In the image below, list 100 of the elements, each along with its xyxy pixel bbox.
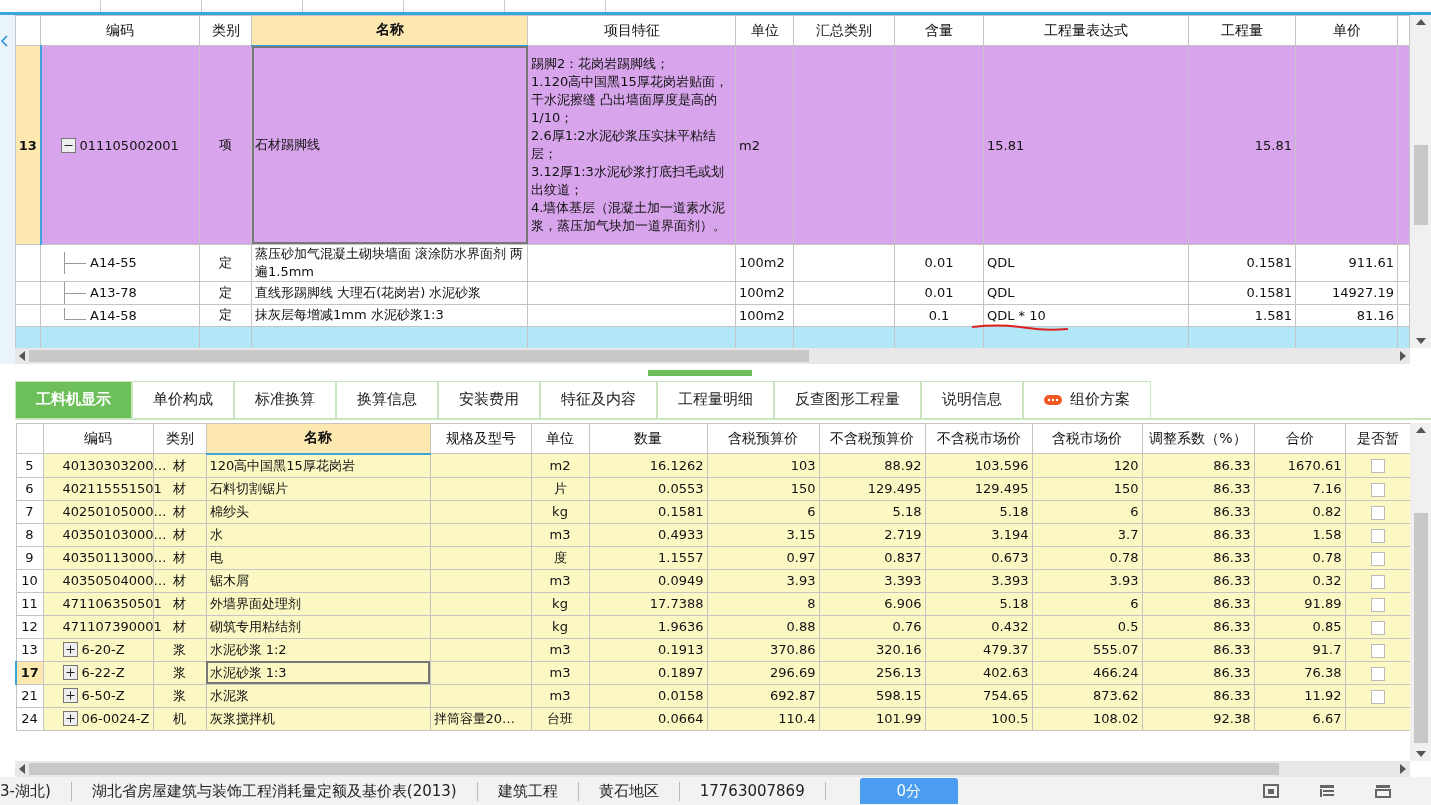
scrollbar-thumb[interactable] bbox=[1413, 512, 1428, 743]
status-text: 湖北省房屋建筑与装饰工程消耗量定额及基价表(2013) bbox=[71, 781, 478, 801]
status-text: 建筑工程 bbox=[477, 781, 579, 801]
column-header[interactable]: 含税预算价 bbox=[707, 423, 819, 454]
scrollbar[interactable] bbox=[1410, 422, 1431, 762]
scroll-up-icon[interactable] bbox=[1415, 18, 1426, 25]
scroll-up-icon[interactable] bbox=[1415, 426, 1426, 433]
column-header[interactable]: 汇总类别 bbox=[793, 15, 895, 46]
column-header[interactable]: 类别 bbox=[153, 423, 206, 454]
column-header[interactable]: 名称 bbox=[206, 423, 430, 454]
checkbox[interactable] bbox=[1371, 459, 1385, 474]
checkbox[interactable] bbox=[1371, 666, 1385, 681]
cell-text: 86.33 bbox=[1213, 642, 1251, 658]
table-row[interactable]: 11 471106350501 材 外墙界面处理剂 kg 17.7388 8 6.906 5.18 6 86.33 91.89 bbox=[16, 592, 1410, 616]
column-header[interactable]: 类别 bbox=[199, 15, 252, 46]
cell-text: 86.33 bbox=[1213, 481, 1251, 497]
scroll-down-icon[interactable] bbox=[1415, 337, 1426, 344]
checkbox[interactable] bbox=[1371, 597, 1385, 612]
table-row[interactable]: 17 6-22-Z 浆 水泥砂浆 1:3 m3 0.1897 296.69 256.13 402.63 466.24 86.33 76.38 bbox=[16, 661, 1410, 685]
scrollbar-thumb[interactable] bbox=[1413, 144, 1428, 225]
checkbox[interactable] bbox=[1371, 689, 1385, 704]
tab[interactable]: 工程量明细 bbox=[657, 380, 774, 418]
scroll-left-icon[interactable] bbox=[19, 764, 25, 775]
tab[interactable]: 组价方案 bbox=[1023, 380, 1151, 418]
column-header[interactable]: 含量 bbox=[894, 15, 984, 46]
layout-icon[interactable] bbox=[1263, 784, 1279, 799]
cell-text: 材 bbox=[173, 595, 186, 611]
table-row[interactable]: 12 471107390001 材 砌筑专用粘结剂 kg 1.9636 0.88 0.76 0.432 0.5 86.33 0.85 bbox=[16, 615, 1410, 639]
cell-text: 6 bbox=[1130, 596, 1139, 612]
column-header[interactable]: 编码 bbox=[40, 15, 200, 46]
column-header[interactable]: 数量 bbox=[589, 423, 707, 454]
table-row[interactable]: A14-55 定 蒸压砂加气混凝土砌块墙面 滚涂防水界面剂 两遍1.5mm 100m2 0.01 QDL 0.1581 911.61 bbox=[15, 244, 1410, 282]
tab[interactable]: 说明信息 bbox=[921, 380, 1023, 418]
checkbox[interactable] bbox=[1371, 528, 1385, 543]
table-row[interactable]: 7 40250105000… 材 棉纱头 kg 0.1581 6 5.18 5.18 6 86.33 0.82 bbox=[16, 500, 1410, 524]
cell-text: 370.86 bbox=[770, 642, 816, 658]
cell-text: 砌筑专用粘结剂 bbox=[209, 618, 301, 634]
cell-text: 材 bbox=[173, 457, 186, 473]
panel-icon[interactable] bbox=[1375, 784, 1391, 799]
checkbox[interactable] bbox=[1371, 482, 1385, 497]
column-header[interactable]: 不含税市场价 bbox=[925, 423, 1032, 454]
tab[interactable]: 安装费用 bbox=[438, 380, 540, 418]
scroll-down-icon[interactable] bbox=[1415, 751, 1426, 758]
table-row[interactable]: 21 6-50-Z 浆 水泥浆 m3 0.0158 692.87 598.15 754.65 873.62 86.33 11.92 bbox=[16, 684, 1410, 708]
cell-text: 定 bbox=[219, 307, 232, 323]
cell-text: 0.88 bbox=[786, 619, 816, 635]
column-header[interactable]: 工程量表达式 bbox=[983, 15, 1189, 46]
table-row[interactable]: A13-78 定 直线形踢脚线 大理石(花岗岩) 水泥砂浆 100m2 0.01 QDL 0.1581 14927.19 bbox=[15, 281, 1410, 305]
table-row[interactable]: 5 40130303200… 材 120高中国黑15厚花岗岩 m2 16.1262 103 88.92 103.596 120 86.33 1670.61 bbox=[16, 453, 1410, 478]
column-header[interactable]: 单位 bbox=[735, 15, 794, 46]
checkbox[interactable] bbox=[1371, 505, 1385, 520]
scrollbar[interactable] bbox=[15, 761, 1410, 778]
column-header[interactable]: 项目特征 bbox=[527, 15, 736, 46]
checkbox[interactable] bbox=[1371, 574, 1385, 589]
cell-text: 外墙界面处理剂 bbox=[209, 595, 301, 611]
splitter-handle[interactable] bbox=[648, 369, 752, 376]
checkbox[interactable] bbox=[1371, 620, 1385, 635]
column-header[interactable]: 调整系数（%） bbox=[1142, 423, 1254, 454]
scroll-left-icon[interactable] bbox=[19, 350, 25, 361]
column-header[interactable]: 含税市场价 bbox=[1032, 423, 1142, 454]
column-header[interactable]: 编码 bbox=[43, 423, 153, 454]
table-row[interactable]: 6 402115551501 材 石料切割锯片 片 0.0553 150 129.495 129.495 150 86.33 7.16 bbox=[16, 477, 1410, 501]
collapse-left-icon[interactable] bbox=[0, 34, 8, 47]
expand-icon[interactable] bbox=[62, 688, 78, 704]
scroll-right-icon[interactable] bbox=[1400, 350, 1406, 361]
checkbox[interactable] bbox=[1371, 643, 1385, 658]
scrollbar-thumb[interactable] bbox=[29, 349, 809, 362]
tab[interactable]: 标准换算 bbox=[234, 380, 336, 418]
scrollbar[interactable] bbox=[1410, 14, 1431, 348]
column-header[interactable]: 单价 bbox=[1295, 15, 1398, 46]
cell-text: 479.37 bbox=[983, 642, 1029, 658]
tab[interactable]: 换算信息 bbox=[336, 380, 438, 418]
table-row[interactable]: 9 40350113000… 材 电 度 1.1557 0.97 0.837 0.673 0.78 86.33 0.78 bbox=[16, 546, 1410, 570]
column-header[interactable]: 名称 bbox=[251, 15, 528, 46]
table-row[interactable]: 13 6-20-Z 浆 水泥砂浆 1:2 m3 0.1913 370.86 320.16 479.37 555.07 86.33 91.7 bbox=[16, 638, 1410, 662]
cell-text: 0.85 bbox=[1312, 619, 1342, 635]
column-header[interactable]: 单位 bbox=[531, 423, 589, 454]
scrollbar-thumb[interactable] bbox=[29, 763, 1279, 776]
expand-icon[interactable] bbox=[62, 711, 78, 727]
table-row[interactable]: 24 06-0024-Z 机 灰浆搅拌机 拌筒容量20… 台班 0.0664 110.4 101.99 100.5 108.02 92.38 6.67 bbox=[16, 707, 1410, 731]
column-header[interactable]: 是否暂 bbox=[1345, 423, 1410, 454]
scroll-right-icon[interactable] bbox=[1400, 764, 1406, 775]
list-icon[interactable] bbox=[1319, 784, 1335, 799]
column-header[interactable]: 规格及型号 bbox=[430, 423, 531, 454]
column-header[interactable]: 不含税预算价 bbox=[819, 423, 925, 454]
table-row[interactable]: 8 40350103000… 材 水 m3 0.4933 3.15 2.719 3.194 3.7 86.33 1.58 bbox=[16, 523, 1410, 547]
expand-icon[interactable] bbox=[62, 642, 78, 658]
cell-text: 3.194 bbox=[991, 527, 1029, 543]
checkbox[interactable] bbox=[1371, 551, 1385, 566]
table-row[interactable]: 13 011105002001 项 石材踢脚线 踢脚2：花岗岩踢脚线； 1.120高中国黑15厚花岗岩贴面，干水泥擦缝 凸出墙面厚度是高的1/10； 2.6厚1:2水泥砂浆压实抹平粘结层； 3.12厚1:3水泥砂浆打底扫毛或划出纹道； 4.墙体基层（混凝土加一道素水泥浆，蒸压加气块加一道界面剂）。 m2 15.81 15.81 bbox=[15, 45, 1410, 245]
expand-icon[interactable] bbox=[62, 665, 78, 681]
tab[interactable]: 反查图形工程量 bbox=[774, 380, 921, 418]
code-text: 40350103000… bbox=[62, 527, 167, 543]
column-header[interactable]: 工程量 bbox=[1188, 15, 1296, 46]
tab[interactable]: 单价构成 bbox=[132, 380, 234, 418]
cell-text: 0.5 bbox=[1117, 619, 1139, 635]
column-header[interactable]: 合价 bbox=[1254, 423, 1345, 454]
collapse-icon[interactable] bbox=[60, 137, 76, 153]
table-row[interactable]: 10 40350504000… 材 锯木屑 m3 0.0949 3.93 3.393 3.393 3.93 86.33 0.32 bbox=[16, 569, 1410, 593]
tab[interactable]: 特征及内容 bbox=[540, 380, 657, 418]
